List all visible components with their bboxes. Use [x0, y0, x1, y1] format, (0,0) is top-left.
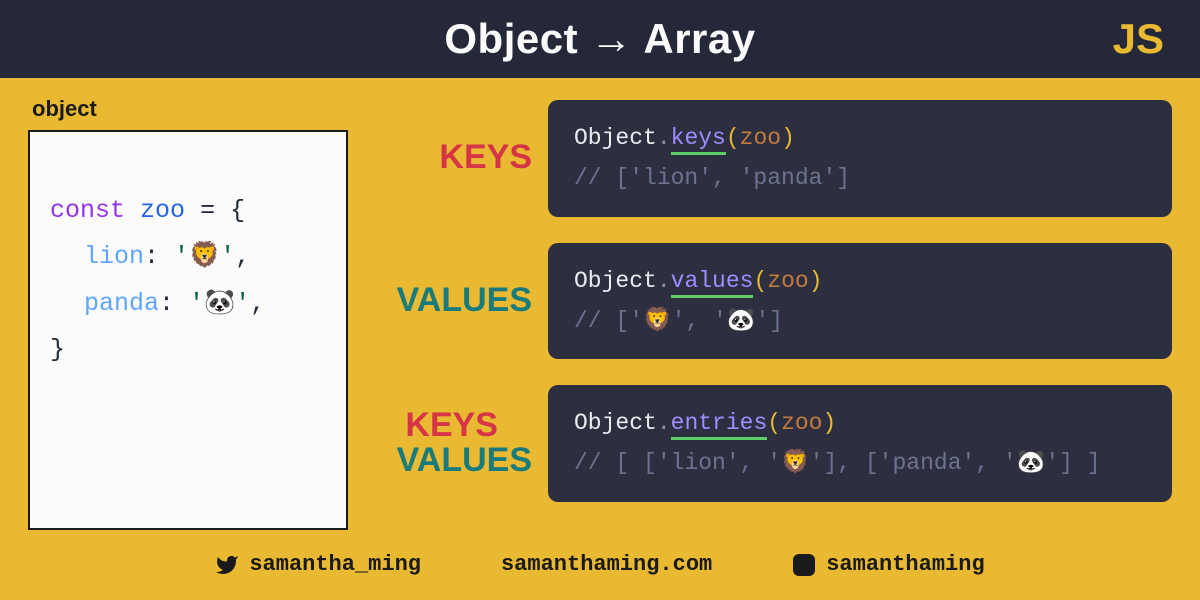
comment-values: // ['🦁', '🐼']: [574, 301, 1146, 341]
comma: ,: [235, 242, 250, 271]
tok-arg: zoo: [740, 125, 781, 151]
code-entries: Object.entries(zoo) // [ ['lion', '🦁'], …: [548, 385, 1172, 502]
var-name: zoo: [140, 196, 185, 225]
tok-object: Object: [574, 410, 657, 436]
equals: =: [200, 196, 215, 225]
tok-rparen: ): [781, 125, 795, 151]
tok-method-entries: entries: [671, 410, 768, 440]
tok-dot: .: [657, 268, 671, 294]
row-values: VALUES Object.values(zoo) // ['🦁', '🐼']: [362, 243, 1172, 360]
label-entries: KEYS & VALUES: [362, 408, 532, 479]
tok-arg: zoo: [767, 268, 808, 294]
instagram-icon: [792, 553, 816, 577]
object-code-block: const zoo = { lion: '🦁', panda: '🐼', }: [28, 130, 348, 530]
tok-rparen: ): [823, 410, 837, 436]
comma: ,: [250, 289, 265, 318]
main-content: object const zoo = { lion: '🦁', panda: '…: [0, 78, 1200, 548]
prop-lion-key: lion: [84, 242, 144, 271]
comment-keys: // ['lion', 'panda']: [574, 158, 1146, 198]
row-keys: KEYS Object.keys(zoo) // ['lion', 'panda…: [362, 100, 1172, 217]
header: Object → Array JS: [0, 0, 1200, 78]
tok-method-keys: keys: [671, 125, 726, 155]
label-values: VALUES: [362, 283, 532, 319]
tok-lparen: (: [753, 268, 767, 294]
site-url: samanthaming.com: [501, 552, 712, 577]
prop-panda-key: panda: [84, 289, 159, 318]
footer-site: samanthaming.com: [501, 552, 712, 577]
tok-object: Object: [574, 268, 657, 294]
footer-twitter: samantha_ming: [215, 552, 421, 577]
tok-lparen: (: [767, 410, 781, 436]
label-keys: KEYS: [362, 140, 532, 176]
colon: :: [144, 242, 159, 271]
object-label: object: [28, 96, 348, 122]
footer: samantha_ming samanthaming.com samantham…: [0, 548, 1200, 577]
tok-dot: .: [657, 125, 671, 151]
methods-panel: KEYS Object.keys(zoo) // ['lion', 'panda…: [362, 96, 1172, 548]
tok-lparen: (: [726, 125, 740, 151]
page-title: Object → Array: [444, 15, 755, 63]
twitter-handle: samantha_ming: [249, 552, 421, 577]
prop-lion-val: '🦁': [174, 242, 235, 271]
tok-arg: zoo: [781, 410, 822, 436]
tok-object: Object: [574, 125, 657, 151]
tok-dot: .: [657, 410, 671, 436]
brace-open: {: [230, 196, 245, 225]
object-panel: object const zoo = { lion: '🦁', panda: '…: [28, 96, 348, 548]
tok-rparen: ): [809, 268, 823, 294]
keyword-const: const: [50, 196, 125, 225]
tok-method-values: values: [671, 268, 754, 298]
prop-panda-val: '🐼': [189, 289, 250, 318]
label-values-part: VALUES: [397, 441, 532, 479]
twitter-icon: [215, 553, 239, 577]
instagram-handle: samanthaming: [826, 552, 984, 577]
js-badge: JS: [1113, 15, 1164, 63]
code-keys: Object.keys(zoo) // ['lion', 'panda']: [548, 100, 1172, 217]
code-values: Object.values(zoo) // ['🦁', '🐼']: [548, 243, 1172, 360]
label-amp: &: [507, 406, 532, 444]
colon: :: [159, 289, 174, 318]
label-keys-part: KEYS: [405, 406, 498, 444]
row-entries: KEYS & VALUES Object.entries(zoo) // [ […: [362, 385, 1172, 502]
brace-close: }: [50, 335, 65, 364]
footer-instagram: samanthaming: [792, 552, 984, 577]
comment-entries: // [ ['lion', '🦁'], ['panda', '🐼'] ]: [574, 443, 1146, 483]
